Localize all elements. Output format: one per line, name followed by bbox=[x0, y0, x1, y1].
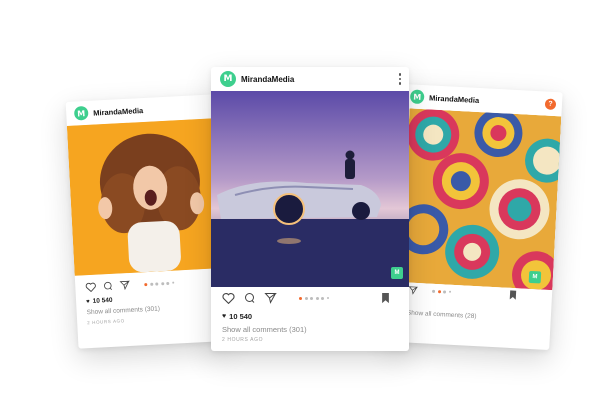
show-comments-link[interactable]: Show all comments (28) bbox=[407, 310, 477, 321]
carousel-dot[interactable] bbox=[160, 281, 164, 285]
comment-icon[interactable] bbox=[102, 281, 114, 292]
send-icon[interactable] bbox=[264, 292, 277, 304]
carousel-dot[interactable] bbox=[144, 282, 148, 286]
brand-logo[interactable]: M bbox=[409, 89, 425, 105]
car-sunset-illustration bbox=[211, 91, 409, 287]
carousel-dot[interactable] bbox=[171, 281, 174, 284]
brand-logo[interactable]: M bbox=[220, 71, 236, 87]
more-dot bbox=[398, 82, 401, 85]
carousel-dot[interactable] bbox=[166, 281, 170, 285]
post-actions bbox=[85, 278, 176, 293]
brand-name[interactable]: MirandaMedia bbox=[241, 75, 294, 84]
logo-letter: M bbox=[223, 74, 233, 84]
swirl-pattern-illustration bbox=[400, 108, 562, 291]
brand-name[interactable]: MirandaMedia bbox=[93, 106, 143, 118]
post-photo-pattern[interactable]: M bbox=[400, 108, 562, 291]
post-photo-woman[interactable] bbox=[66, 118, 223, 276]
carousel-dot[interactable] bbox=[321, 296, 324, 300]
post-timestamp: 2 HOURS AGO bbox=[87, 318, 125, 326]
brand-logo[interactable]: M bbox=[73, 105, 89, 121]
carousel-dot[interactable] bbox=[310, 296, 313, 300]
carousel-dot[interactable] bbox=[149, 282, 153, 286]
bookmark-icon[interactable] bbox=[381, 292, 390, 304]
watermark-letter: M bbox=[394, 270, 400, 276]
carousel-dots[interactable] bbox=[144, 281, 176, 286]
heart-small-icon: ♥ bbox=[222, 313, 227, 320]
watermark-letter: M bbox=[532, 274, 538, 281]
more-dot bbox=[398, 73, 401, 76]
more-dot bbox=[398, 77, 401, 80]
carousel-dot[interactable] bbox=[299, 296, 302, 300]
comment-icon[interactable] bbox=[243, 292, 256, 304]
carousel-dot[interactable] bbox=[155, 281, 159, 286]
heart-icon[interactable] bbox=[222, 292, 235, 304]
carousel-dot[interactable] bbox=[448, 290, 451, 293]
likes-count[interactable]: ♥ 10 540 bbox=[222, 312, 252, 321]
brand-watermark: M bbox=[528, 270, 542, 284]
send-icon[interactable] bbox=[119, 280, 131, 291]
post-card-left: M MirandaMedia ♥ 10 540 Show all comment… bbox=[65, 94, 227, 349]
post-photo-car[interactable]: M bbox=[211, 91, 409, 287]
carousel-dot[interactable] bbox=[431, 289, 436, 293]
post-card-right: M MirandaMedia ? M Show all comments (28… bbox=[389, 83, 563, 351]
post-actions bbox=[222, 292, 390, 304]
carousel-dot[interactable] bbox=[304, 296, 308, 300]
carousel-dots[interactable] bbox=[299, 296, 331, 300]
show-comments-link[interactable]: Show all comments (301) bbox=[222, 325, 307, 334]
brand-watermark: M bbox=[391, 267, 403, 279]
logo-letter: M bbox=[77, 108, 86, 118]
bookmark-icon[interactable] bbox=[509, 290, 518, 300]
send-icon[interactable] bbox=[408, 285, 419, 295]
likes-value: 10 540 bbox=[229, 312, 253, 321]
post-showcase: M MirandaMedia ♥ 10 540 Show all comment… bbox=[0, 0, 612, 418]
carousel-dot[interactable] bbox=[437, 289, 441, 293]
post-card-center: M MirandaMedia M ♥ 10 540 Show all comme… bbox=[211, 67, 409, 351]
post-header: M MirandaMedia bbox=[211, 67, 409, 91]
carousel-dots[interactable] bbox=[431, 289, 453, 294]
show-comments-link[interactable]: Show all comments (301) bbox=[87, 305, 161, 316]
heart-small-icon: ♥ bbox=[85, 298, 90, 305]
heart-icon[interactable] bbox=[85, 282, 97, 293]
carousel-dot[interactable] bbox=[315, 296, 319, 300]
brand-name[interactable]: MirandaMedia bbox=[429, 93, 479, 105]
post-timestamp: 2 HOURS AGO bbox=[222, 337, 264, 343]
likes-count[interactable]: ♥ 10 540 bbox=[86, 297, 113, 305]
carousel-dot[interactable] bbox=[442, 289, 447, 294]
more-icon[interactable] bbox=[398, 72, 401, 86]
woman-photo-illustration bbox=[66, 118, 223, 276]
likes-value: 10 540 bbox=[92, 296, 113, 305]
logo-letter: M bbox=[412, 92, 422, 102]
carousel-dot[interactable] bbox=[326, 297, 329, 299]
